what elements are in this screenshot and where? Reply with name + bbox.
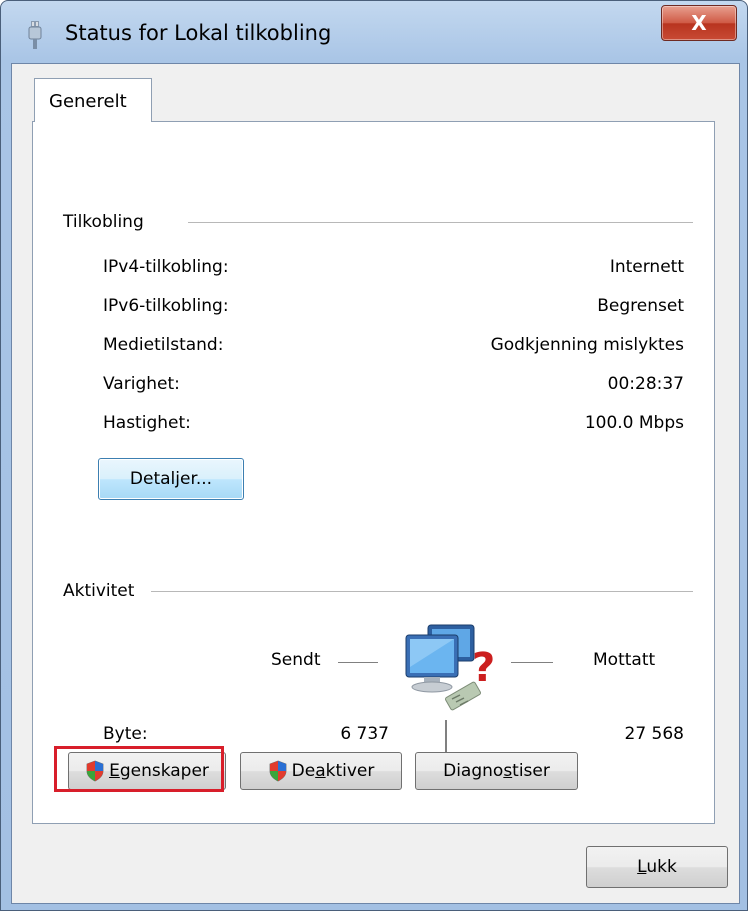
received-line: [511, 662, 553, 663]
network-cable-icon: [28, 21, 42, 49]
close-window-button[interactable]: X: [661, 5, 737, 41]
tab-label: Generelt: [49, 91, 127, 112]
close-label: Lukk: [637, 857, 677, 877]
received-label: Mottatt: [593, 650, 656, 670]
close-button[interactable]: Lukk: [586, 846, 728, 888]
speed-label: Hastighet:: [103, 413, 191, 433]
media-state-value: Godkjenning mislyktes: [490, 335, 684, 355]
disable-label: Deaktiver: [291, 761, 375, 781]
diagnose-label: Diagnostiser: [443, 761, 550, 781]
window-title: Status for Lokal tilkobling: [65, 21, 332, 45]
title-bar[interactable]: Status for Lokal tilkobling X: [1, 1, 747, 63]
disable-button[interactable]: Deaktiver: [240, 752, 402, 790]
connection-group-label: Tilkobling: [63, 212, 150, 232]
activity-group-label: Aktivitet: [63, 581, 141, 601]
duration-label: Varighet:: [103, 374, 180, 394]
svg-text:?: ?: [472, 645, 495, 691]
details-button[interactable]: Detaljer...: [98, 458, 244, 500]
group-divider: [188, 222, 693, 223]
tab-panel-generelt: Tilkobling IPv4-tilkobling: Internett IP…: [32, 121, 715, 824]
duration-value: 00:28:37: [607, 374, 684, 394]
bytes-sent-value: 6 737: [340, 724, 389, 744]
ipv6-label: IPv6-tilkobling:: [103, 296, 229, 316]
uac-shield-icon: [269, 760, 287, 782]
ipv4-label: IPv4-tilkobling:: [103, 257, 229, 277]
bytes-received-value: 27 568: [624, 724, 684, 744]
sent-label: Sendt: [271, 650, 321, 670]
bytes-label: Byte:: [103, 724, 148, 744]
properties-highlight-box: [54, 746, 224, 792]
sent-line: [338, 662, 378, 663]
close-icon: X: [691, 11, 707, 35]
dialog-window: Status for Lokal tilkobling X Generelt T…: [0, 0, 748, 911]
activity-divider: [445, 720, 447, 752]
group-divider: [151, 591, 693, 592]
network-computer-unknown-icon: ?: [405, 624, 495, 711]
ipv4-value: Internett: [609, 257, 684, 277]
dialog-client-area: Generelt Tilkobling IPv4-tilkobling: Int…: [11, 63, 740, 904]
diagnose-button[interactable]: Diagnostiser: [415, 752, 578, 790]
speed-value: 100.0 Mbps: [584, 413, 684, 433]
ipv6-value: Begrenset: [597, 296, 684, 316]
tab-generelt[interactable]: Generelt: [34, 78, 152, 122]
media-state-label: Medietilstand:: [103, 335, 224, 355]
